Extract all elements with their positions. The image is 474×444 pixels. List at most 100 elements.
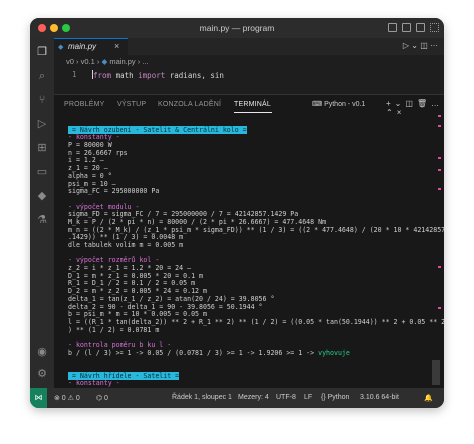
code-line[interactable]: 1 from math import radians, sin	[54, 69, 444, 81]
language-mode[interactable]: {} Python	[321, 394, 349, 401]
scrollbar-marker	[438, 188, 441, 190]
status-bar: ⋈ ⊗ 0 ⚠ 0 ⌬ 0 Řádek 1, sloupec 1 Mezery:…	[30, 388, 444, 408]
tab-label: main.py	[68, 42, 97, 51]
terminal-icon: ⌨	[312, 101, 323, 108]
vscode-window: main.py — program ❐ ⌕ ⑂ ▷ ⊞ ▭ ◆ ⚗ ◉ ⚙ ◆ …	[30, 18, 444, 408]
run-debug-icon[interactable]: ▷	[36, 118, 48, 130]
remote-icon[interactable]: ⋈	[30, 388, 47, 408]
terminal-line-text: ) ** (1 / 2) = 0.0781 m	[68, 325, 160, 334]
terminal-line: sigma_FC = 295000000 Pa	[68, 187, 428, 196]
customize-layout-icon[interactable]	[430, 23, 439, 32]
window-title: main.py — program	[199, 23, 275, 33]
close-tab-icon[interactable]: ×	[114, 41, 119, 51]
indentation[interactable]: Mezery: 4	[238, 394, 269, 401]
toggle-secondary-sidebar-icon[interactable]	[416, 23, 425, 32]
python-interpreter[interactable]: 3.10.6 64-bit	[360, 394, 399, 401]
breadcrumb-item[interactable]: v0.1	[81, 57, 95, 66]
terminal-line: alpha = 0 °	[68, 172, 428, 181]
breadcrumb-separator: ›	[137, 57, 141, 66]
terminal-line: - konstanty -	[68, 380, 428, 388]
more-icon[interactable]: …	[431, 99, 443, 108]
keyword: import	[138, 71, 166, 80]
terminal-line: dle tabulek volím m = 0.005 m	[68, 241, 428, 250]
keyword: from	[93, 71, 112, 80]
editor-tabs: ◆ main.py × ▷ ⌄ ◫ ···	[54, 38, 444, 55]
terminal-line: z_1 = 20 —	[68, 164, 428, 173]
breadcrumb-separator: ›	[96, 57, 100, 66]
source-control-icon[interactable]: ⑂	[36, 94, 48, 106]
ports-indicator[interactable]: ⌬ 0	[96, 394, 108, 402]
terminal-line: i = 1.2 —	[68, 157, 428, 165]
toggle-panel-icon[interactable]	[402, 23, 411, 32]
scrollbar-marker	[438, 157, 441, 159]
explorer-icon[interactable]: ❐	[36, 46, 48, 58]
tab-problems[interactable]: PROBLÉMY	[64, 101, 105, 108]
terminal-line: n = 26.6667 rps	[68, 149, 428, 158]
line-ending[interactable]: LF	[304, 394, 312, 401]
terminal-output[interactable]: = Návrh ozubení - Satelit & Centrální ko…	[68, 119, 444, 408]
split-icon[interactable]: ◫	[405, 99, 417, 108]
terminal-line-text: sigma_FC = 295000000 Pa	[68, 187, 160, 196]
active-tab-indicator	[234, 112, 272, 113]
terminal-line: - konstanty -	[68, 134, 428, 142]
editor-area: ◆ main.py × ▷ ⌄ ◫ ··· v0 › v0.1 › ◆ main…	[54, 38, 444, 408]
python-icon[interactable]: ◆	[36, 190, 48, 202]
panel-actions: +⌄◫🗑… ⌃×	[386, 99, 444, 117]
remote-explorer-icon[interactable]: ▭	[36, 166, 48, 178]
settings-gear-icon[interactable]: ⚙	[36, 368, 48, 380]
encoding[interactable]: UTF-8	[276, 394, 296, 401]
more-actions-icon[interactable]: ···	[430, 41, 438, 50]
python-file-icon: ◆	[58, 44, 64, 51]
scrollbar-marker	[438, 115, 441, 117]
breadcrumb: v0 › v0.1 › ◆ main.py › ...	[66, 57, 149, 66]
line-number: 1	[72, 70, 77, 79]
python-file-icon: ◆	[101, 57, 108, 66]
scrollbar-marker	[438, 266, 441, 268]
module-name: math	[115, 71, 134, 80]
notifications-bell-icon[interactable]: 🔔	[424, 394, 433, 402]
result-verdict: vyhovuje	[318, 348, 350, 357]
tab-output[interactable]: VÝSTUP	[117, 101, 146, 108]
terminal-line: b / (l / 3) >= 1 -> 0.05 / (0.0781 / 3) …	[68, 348, 428, 358]
plus-icon[interactable]: +	[386, 99, 395, 108]
close-icon[interactable]: ×	[397, 108, 406, 117]
tab-debug-console[interactable]: KONZOLA LADĚNÍ	[158, 101, 221, 108]
terminal-line: ) ** (1 / 2) = 0.0781 m	[68, 325, 428, 335]
title-bar: main.py — program	[30, 18, 444, 38]
breadcrumb-item[interactable]: v0	[66, 57, 74, 66]
editor-actions: ▷ ⌄ ◫ ···	[403, 41, 438, 50]
bottom-panel: PROBLÉMY VÝSTUP KONZOLA LADĚNÍ TERMINÁL …	[54, 94, 444, 408]
search-icon[interactable]: ⌕	[36, 70, 48, 82]
split-editor-icon[interactable]: ◫	[420, 41, 428, 50]
tab-terminal[interactable]: TERMINÁL	[234, 101, 271, 108]
terminal-line: = Návrh hřídele - Satelit =	[68, 371, 428, 381]
chevron-down-icon[interactable]: ⌄	[395, 99, 406, 108]
breadcrumb-item[interactable]: ...	[142, 57, 148, 66]
chevron-up-icon[interactable]: ⌃	[386, 108, 397, 117]
problems-indicator[interactable]: ⊗ 0 ⚠ 0	[54, 394, 80, 402]
scrollbar-marker	[438, 307, 441, 309]
breadcrumb-item[interactable]: main.py	[109, 57, 135, 66]
scrollbar-marker	[438, 125, 441, 127]
chevron-down-icon[interactable]: ⌄	[411, 41, 418, 50]
extensions-icon[interactable]: ⊞	[36, 142, 48, 154]
imported-names: radians, sin	[169, 71, 224, 80]
testing-icon[interactable]: ⚗	[36, 214, 48, 226]
activity-bar: ❐ ⌕ ⑂ ▷ ⊞ ▭ ◆ ⚗ ◉ ⚙	[30, 38, 54, 388]
terminal-scrollbar[interactable]	[432, 360, 440, 385]
breadcrumb-separator: ›	[76, 57, 79, 66]
scrollbar-marker	[438, 169, 441, 171]
account-icon[interactable]: ◉	[36, 346, 48, 358]
code-text[interactable]: from math import radians, sin	[92, 70, 224, 80]
terminal-selector[interactable]: ⌨ Python - v0.1	[312, 100, 365, 108]
terminal-line: = Návrh ozubení - Satelit & Centrální ko…	[68, 125, 428, 135]
cursor-position[interactable]: Řádek 1, sloupec 1	[172, 394, 232, 401]
terminal-line-text: b / (l / 3) >= 1 -> 0.05 / (0.0781 / 3) …	[68, 348, 319, 357]
tab-main-py[interactable]: ◆ main.py ×	[54, 38, 128, 55]
toggle-sidebar-icon[interactable]	[388, 23, 397, 32]
terminal-line-text: dle tabulek volím m = 0.005 m	[68, 241, 184, 249]
trash-icon[interactable]: 🗑	[417, 99, 431, 108]
run-python-icon[interactable]: ▷	[403, 41, 409, 50]
terminal-name: Python - v0.1	[324, 101, 366, 108]
